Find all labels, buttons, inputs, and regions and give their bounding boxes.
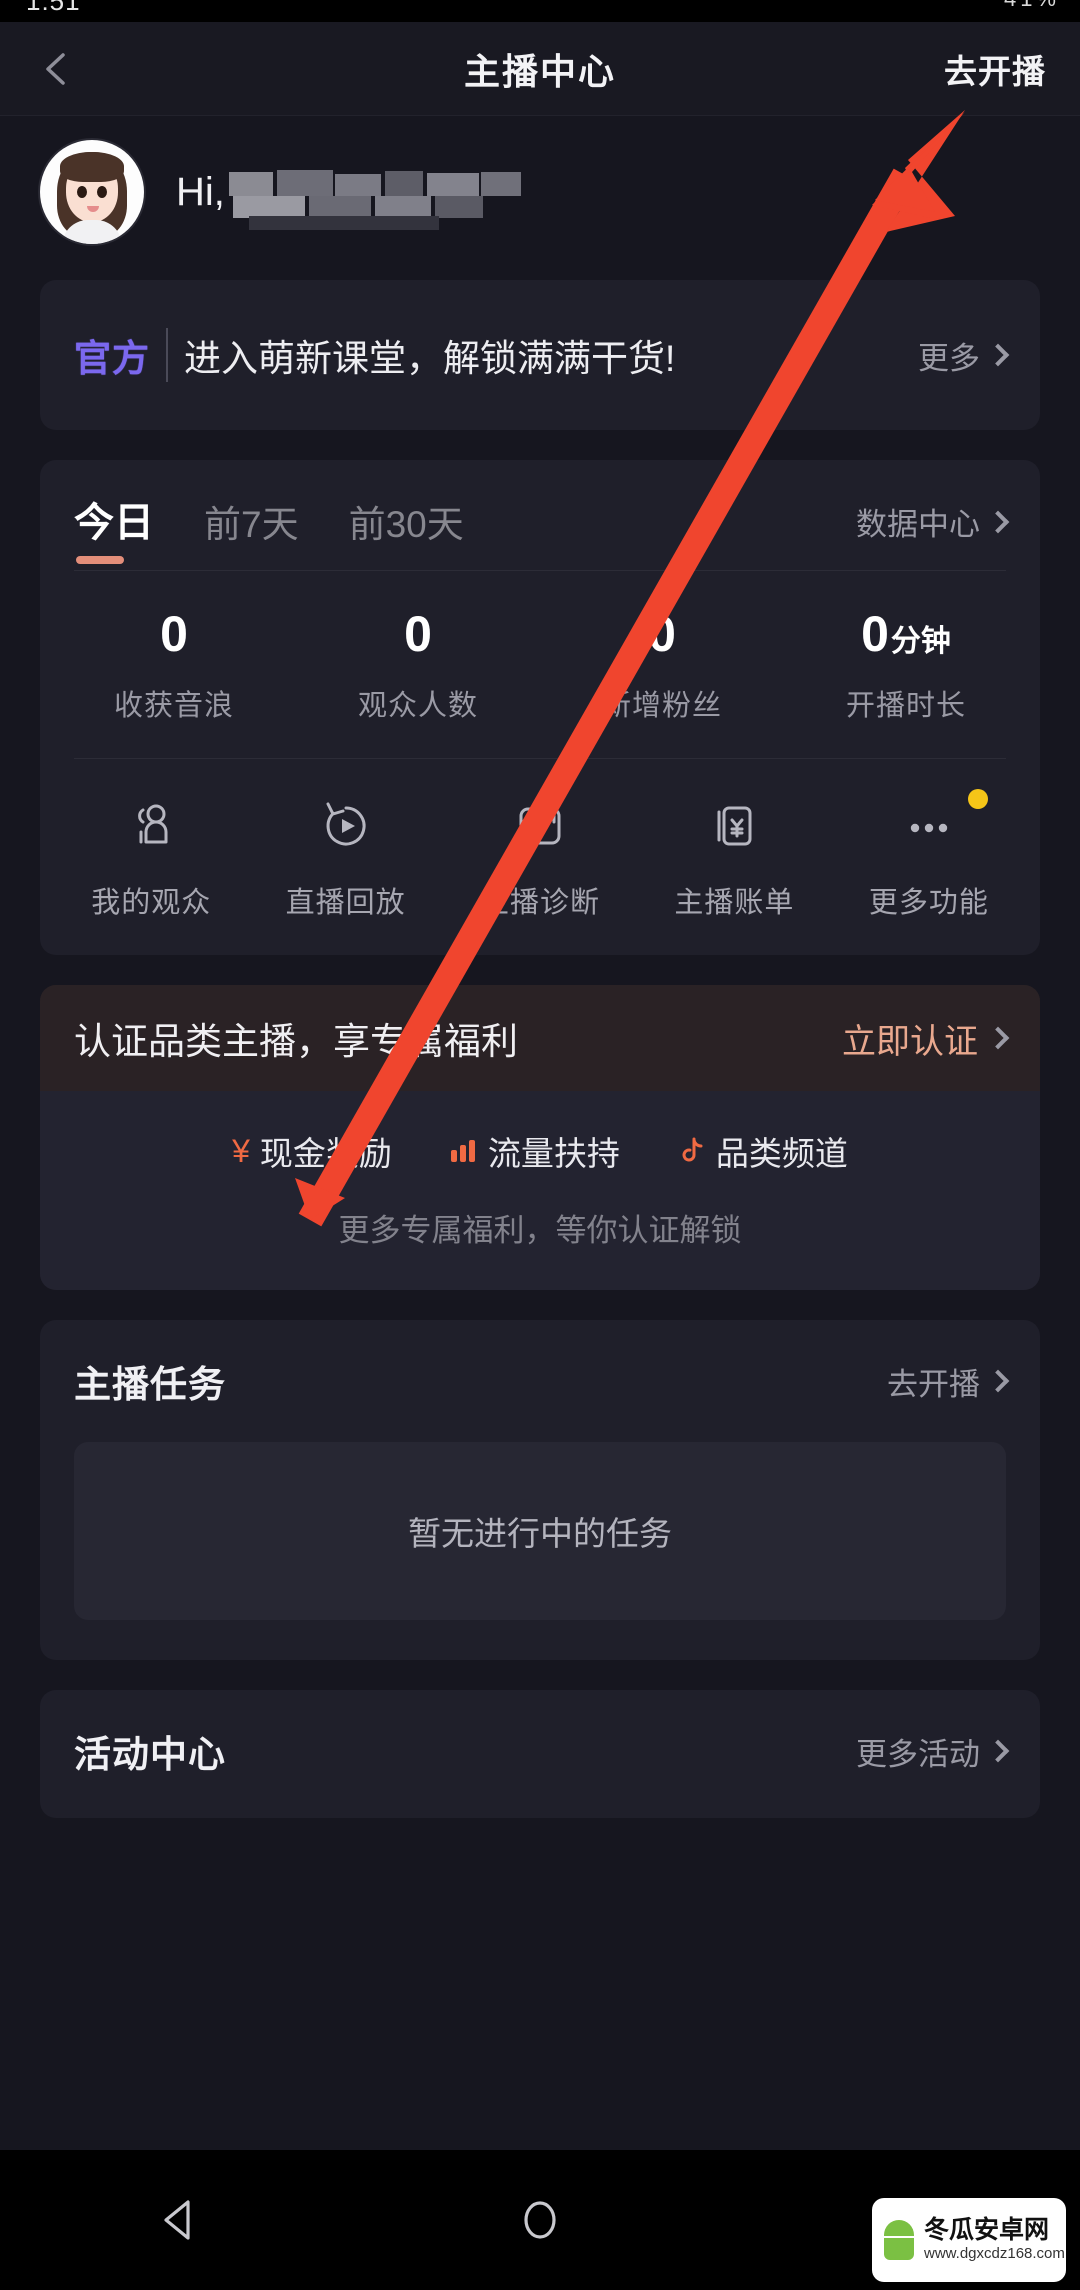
stats-row: 0 收获音浪 0 观众人数 0 新增粉丝 0分钟 开播时长 [40,571,1040,724]
benefit-label: 流量扶持 [487,1135,620,1172]
more-activities-label: 更多活动 [856,1736,980,1772]
stat-value: 0 [160,606,188,662]
watermark-url: www.dgxcdz168.com [924,2245,1065,2263]
chevron-right-icon [986,1739,1010,1763]
data-card: 今日 前7天 前30天 数据中心 0 收获音浪 0 观众人数 0 新增粉丝 0分… [40,460,1040,955]
stat-item: 0 观众人数 [296,607,540,724]
more-dots-icon [832,793,1026,859]
quick-actions-row: 我的观众 直播回放 主播诊断 主播账单 更多功能 [40,759,1040,921]
certification-header[interactable]: 认证品类主播，享专属福利 立即认证 [40,985,1040,1091]
task-card: 主播任务 去开播 暂无进行中的任务 [40,1320,1040,1660]
tab-30days[interactable]: 前30天 [349,494,464,570]
quick-action-more[interactable]: 更多功能 [832,789,1026,921]
quick-action-my-audience[interactable]: 我的观众 [54,793,248,921]
yuan-icon: ¥ [232,1132,250,1169]
stat-value: 0 [861,606,889,662]
watermark-name: 冬瓜安卓网 [924,2216,1050,2245]
official-tag: 官方 [74,328,168,382]
bars-icon [448,1136,478,1166]
quick-action-label: 主播账单 [674,887,795,919]
tab-7days[interactable]: 前7天 [204,494,299,570]
benefit-item: ¥ 现金奖励 [232,1127,392,1175]
banner-text: 进入萌新课堂，解锁满满干货! [184,338,676,379]
status-battery: 41% [1004,0,1060,12]
certification-benefits: ¥ 现金奖励 流量扶持 品类频道 更多专属福利，等你认证解锁 [40,1091,1040,1290]
chevron-right-icon [986,1369,1010,1393]
android-robot-icon [880,2218,918,2262]
benefit-item: 品类频道 [676,1127,848,1175]
bill-yuan-icon [637,793,831,859]
chevron-right-icon [986,343,1010,367]
stat-item: 0分钟 开播时长 [784,607,1028,724]
greeting-hi: Hi, [176,169,225,214]
certify-now-label: 立即认证 [842,1022,978,1061]
benefit-item: 流量扶持 [448,1127,620,1175]
stat-unit: 分钟 [890,625,951,658]
certification-card: 认证品类主播，享专属福利 立即认证 ¥ 现金奖励 流量扶持 品类频道 更多专属福… [40,985,1040,1290]
activity-card: 活动中心 更多活动 [40,1690,1040,1818]
username-redacted [228,170,529,230]
phone-screen: 1:51 41% 主播中心 去开播 [0,0,1080,2290]
tab-today[interactable]: 今日 [74,490,154,570]
stat-value: 0 [404,606,432,662]
app-content: 主播中心 去开播 Hi, 官方 进入萌新课堂，解锁满满干货! 更多 今日 前7天… [0,22,1080,2150]
task-empty-state: 暂无进行中的任务 [74,1442,1006,1620]
task-empty-text: 暂无进行中的任务 [408,1515,672,1552]
chevron-left-icon[interactable] [34,47,78,91]
status-bar: 1:51 41% [0,0,1080,22]
benefit-label: 现金奖励 [259,1135,392,1172]
greeting-row: Hi, [0,116,1080,268]
home-circle-icon[interactable] [480,2180,600,2260]
stat-item: 0 收获音浪 [52,607,296,724]
status-time: 1:51 [26,0,81,16]
replay-play-icon [248,793,442,859]
chevron-right-icon [986,510,1010,533]
stat-label: 收获音浪 [113,690,234,722]
certify-now-button[interactable]: 立即认证 [842,1014,1010,1063]
quick-action-label: 主播诊断 [480,887,601,919]
data-center-label: 数据中心 [856,507,980,542]
data-center-link[interactable]: 数据中心 [856,499,1010,570]
task-go-live-link[interactable]: 去开播 [887,1359,1010,1404]
certification-title: 认证品类主播，享专属福利 [74,1021,518,1062]
activity-title: 活动中心 [74,1734,226,1775]
stat-item: 0 新增粉丝 [540,607,784,724]
music-note-icon [676,1136,706,1166]
official-banner[interactable]: 官方 进入萌新课堂，解锁满满干货! 更多 [40,280,1040,430]
period-tabs: 今日 前7天 前30天 数据中心 [40,460,1040,570]
activity-header: 活动中心 更多活动 [74,1724,1010,1778]
quick-action-bill[interactable]: 主播账单 [637,793,831,921]
chevron-right-icon [986,1026,1010,1050]
quick-action-label: 我的观众 [91,887,212,919]
stat-label: 观众人数 [357,690,478,722]
stat-value: 0 [648,606,676,662]
quick-action-label: 直播回放 [285,887,406,919]
banner-more-label: 更多 [918,340,980,376]
quick-action-replay[interactable]: 直播回放 [248,793,442,921]
task-header: 主播任务 去开播 [74,1354,1010,1408]
banner-more-link[interactable]: 更多 [918,333,1010,378]
stat-label: 新增粉丝 [601,690,722,722]
quick-action-diagnosis[interactable]: 主播诊断 [443,793,637,921]
chart-trend-icon [443,793,637,859]
app-header: 主播中心 去开播 [0,22,1080,116]
greeting-text: Hi, [176,169,529,230]
benefits-row: ¥ 现金奖励 流量扶持 品类频道 [40,1127,1040,1175]
notification-badge-dot [968,789,989,809]
task-go-live-label: 去开播 [887,1366,980,1402]
go-live-button[interactable]: 去开播 [944,45,1046,93]
certification-subtitle: 更多专属福利，等你认证解锁 [338,1213,742,1248]
watermark: 冬瓜安卓网 www.dgxcdz168.com [872,2198,1066,2282]
back-triangle-icon[interactable] [120,2180,240,2260]
quick-action-label: 更多功能 [868,887,989,919]
task-title: 主播任务 [74,1364,226,1405]
benefit-label: 品类频道 [715,1135,848,1172]
people-icon [54,793,248,859]
stat-value-wrap: 0分钟 [784,607,1028,662]
stat-label: 开播时长 [845,690,966,722]
more-activities-link[interactable]: 更多活动 [856,1729,1010,1774]
avatar[interactable] [40,140,144,244]
page-title: 主播中心 [463,50,617,92]
